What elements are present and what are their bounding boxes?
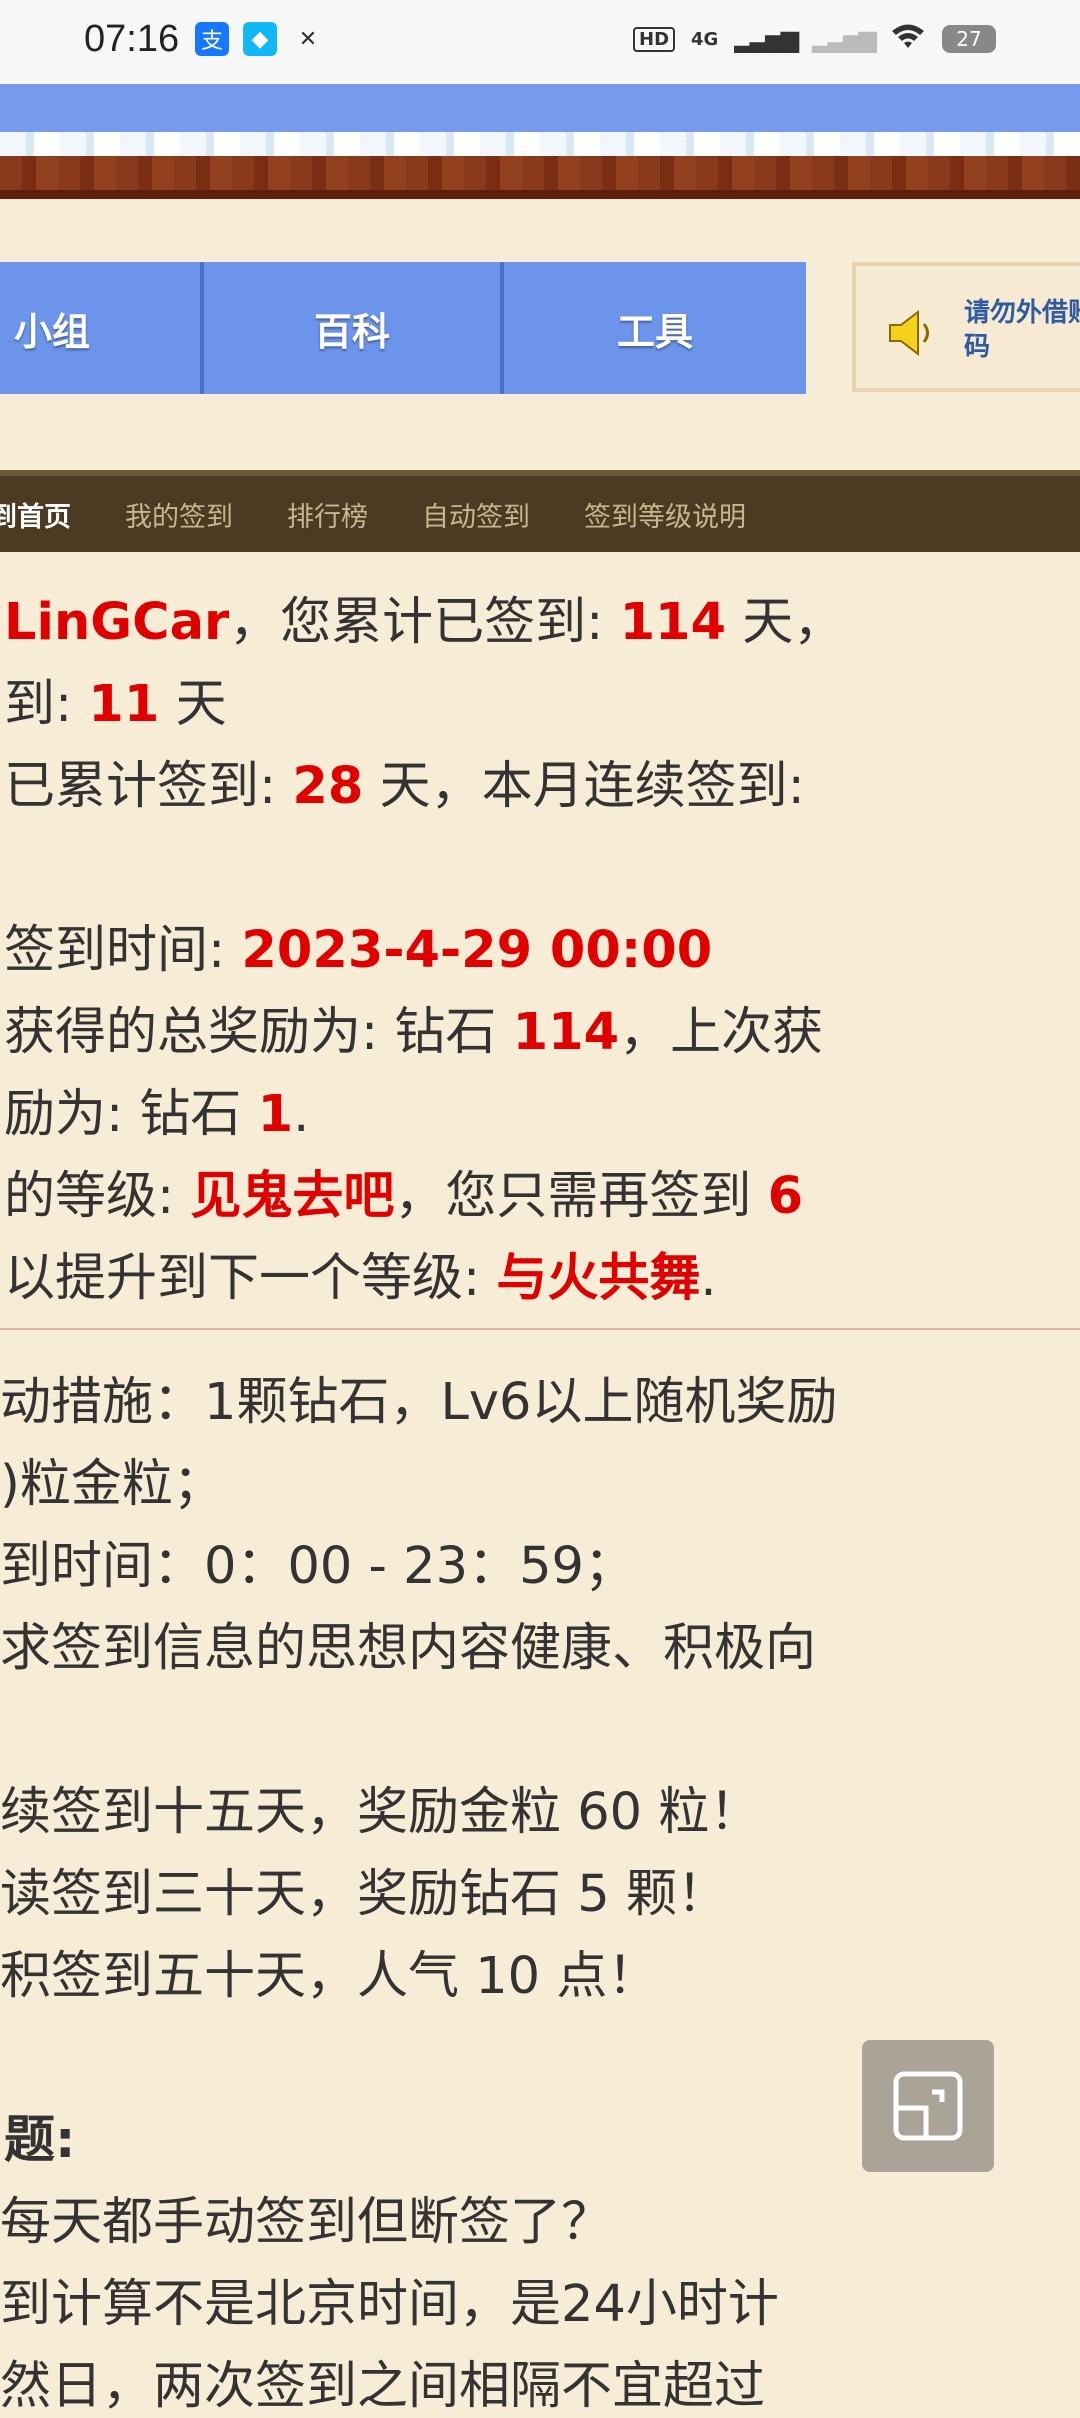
- summary-text: 签到时间:: [4, 921, 242, 980]
- rule-line: 到时间：0：00 - 23：59；: [0, 1537, 635, 1596]
- banner-ground-edge: [0, 190, 1080, 199]
- current-level: 见鬼去吧: [190, 1167, 395, 1226]
- rule-line: 续签到十五天，奖励金粒 60 粒！: [0, 1783, 761, 1842]
- summary-line-8: 以提升到下一个等级: 与火共舞.: [4, 1236, 717, 1310]
- tools-icon: ✕: [298, 26, 318, 52]
- notice-text: 请勿外借账 码: [964, 298, 1080, 362]
- subnav-level-info[interactable]: 签到等级说明: [584, 495, 746, 534]
- header-banner: [0, 84, 1080, 199]
- status-bar: 07:16 支 ◆ ✕ HD 4G ▂▃▅▆ ▂▃▅▆ 27: [0, 0, 1080, 84]
- top-nav: 小组 百科 工具: [0, 262, 806, 394]
- system-indicators: HD 4G ▂▃▅▆ ▂▃▅▆ 27: [633, 22, 996, 56]
- battery-icon: 27: [942, 25, 996, 53]
- signal-4g-icon: 4G: [691, 28, 719, 50]
- rule-line: 求签到信息的思想内容健康、积极向: [0, 1619, 817, 1678]
- summary-line-2: 到: 11 天: [4, 662, 227, 736]
- faq-line: 到计算不是北京时间，是24小时计: [0, 2275, 779, 2334]
- summary-text: .: [700, 1249, 717, 1308]
- summary-text: 以提升到下一个等级:: [4, 1249, 497, 1308]
- summary-line-7: 的等级: 见鬼去吧，您只需再签到 6: [4, 1154, 803, 1228]
- summary-text: 天，本月连续签到:: [363, 757, 805, 816]
- summary-text: 天: [159, 675, 227, 734]
- qq-icon: ◆: [243, 22, 277, 56]
- summary-line-4: 签到时间: 2023-4-29 00:00: [4, 908, 712, 982]
- summary-line-3: 已累计签到: 28 天，本月连续签到:: [4, 744, 805, 818]
- subnav-auto-signin[interactable]: 自动签到: [422, 495, 530, 534]
- tab-wiki[interactable]: 百科: [204, 262, 504, 394]
- summary-text: ，您累计已签到:: [229, 593, 620, 652]
- summary-text: 已累计签到:: [4, 757, 293, 816]
- rule-line: 积签到五十天，人气 10 点！: [0, 1947, 659, 2006]
- subnav-home[interactable]: 到首页: [0, 495, 71, 534]
- last-reward: 1: [257, 1085, 294, 1144]
- faq-line: 然日，两次签到之间相隔不宜超过: [0, 2357, 766, 2416]
- rule-line: 读签到三十天，奖励钻石 5 颗！: [0, 1865, 728, 1924]
- subnav-leaderboard[interactable]: 排行榜: [287, 495, 368, 534]
- streak-days: 11: [88, 675, 160, 734]
- summary-line-5: 获得的总奖励为: 钻石 114，上次获: [4, 990, 823, 1064]
- floating-window-button[interactable]: [862, 2040, 994, 2172]
- tab-tools[interactable]: 工具: [504, 262, 806, 394]
- signal-empty-icon: ▂▃▅▆: [812, 25, 877, 53]
- next-level: 与火共舞: [496, 1249, 701, 1308]
- summary-text: 的等级:: [4, 1167, 191, 1226]
- username[interactable]: LinGCar: [4, 593, 229, 652]
- clock: 07:16: [84, 18, 180, 60]
- summary-text: 到:: [4, 675, 89, 734]
- summary-text: 获得的总奖励为: 钻石: [4, 1003, 513, 1062]
- summary-line-6: 励为: 钻石 1.: [4, 1072, 309, 1146]
- window-resize-icon: [893, 2071, 963, 2141]
- last-signin-time: 2023-4-29 00:00: [241, 921, 713, 980]
- summary-text: ，上次获: [619, 1003, 824, 1062]
- summary-line-1: LinGCar，您累计已签到: 114 天，: [4, 580, 844, 654]
- signal-bars-icon: ▂▃▅▆: [734, 25, 799, 53]
- notice-box[interactable]: 请勿外借账 码: [852, 262, 1080, 392]
- faq-line: 每天都手动签到但断签了？: [0, 2193, 613, 2252]
- banner-sky: [0, 84, 1080, 134]
- summary-text: 励为: 钻石: [4, 1085, 258, 1144]
- subnav-my-signin[interactable]: 我的签到: [125, 495, 233, 534]
- rule-line: 动措施：1颗钻石，Lv6以上随机奖励: [0, 1373, 838, 1432]
- rule-line: )粒金粒；: [0, 1455, 224, 1514]
- section-divider: [0, 1328, 1080, 1330]
- summary-text: .: [293, 1085, 310, 1144]
- alipay-icon: 支: [195, 22, 229, 56]
- sub-nav: 到首页 我的签到 排行榜 自动签到 签到等级说明: [0, 470, 1080, 552]
- summary-text: 天，: [726, 593, 845, 652]
- total-reward: 114: [512, 1003, 620, 1062]
- days-to-next-level: 6: [767, 1167, 804, 1226]
- tab-groups[interactable]: 小组: [0, 262, 204, 394]
- month-days: 28: [292, 757, 364, 816]
- wifi-icon: [890, 22, 926, 56]
- summary-text: ，您只需再签到: [394, 1167, 768, 1226]
- notification-icons: 支 ◆ ✕: [195, 22, 325, 56]
- hd-icon: HD: [633, 26, 676, 52]
- total-days: 114: [619, 593, 727, 652]
- speaker-icon: [889, 309, 929, 357]
- faq-heading: 题:: [4, 2111, 76, 2170]
